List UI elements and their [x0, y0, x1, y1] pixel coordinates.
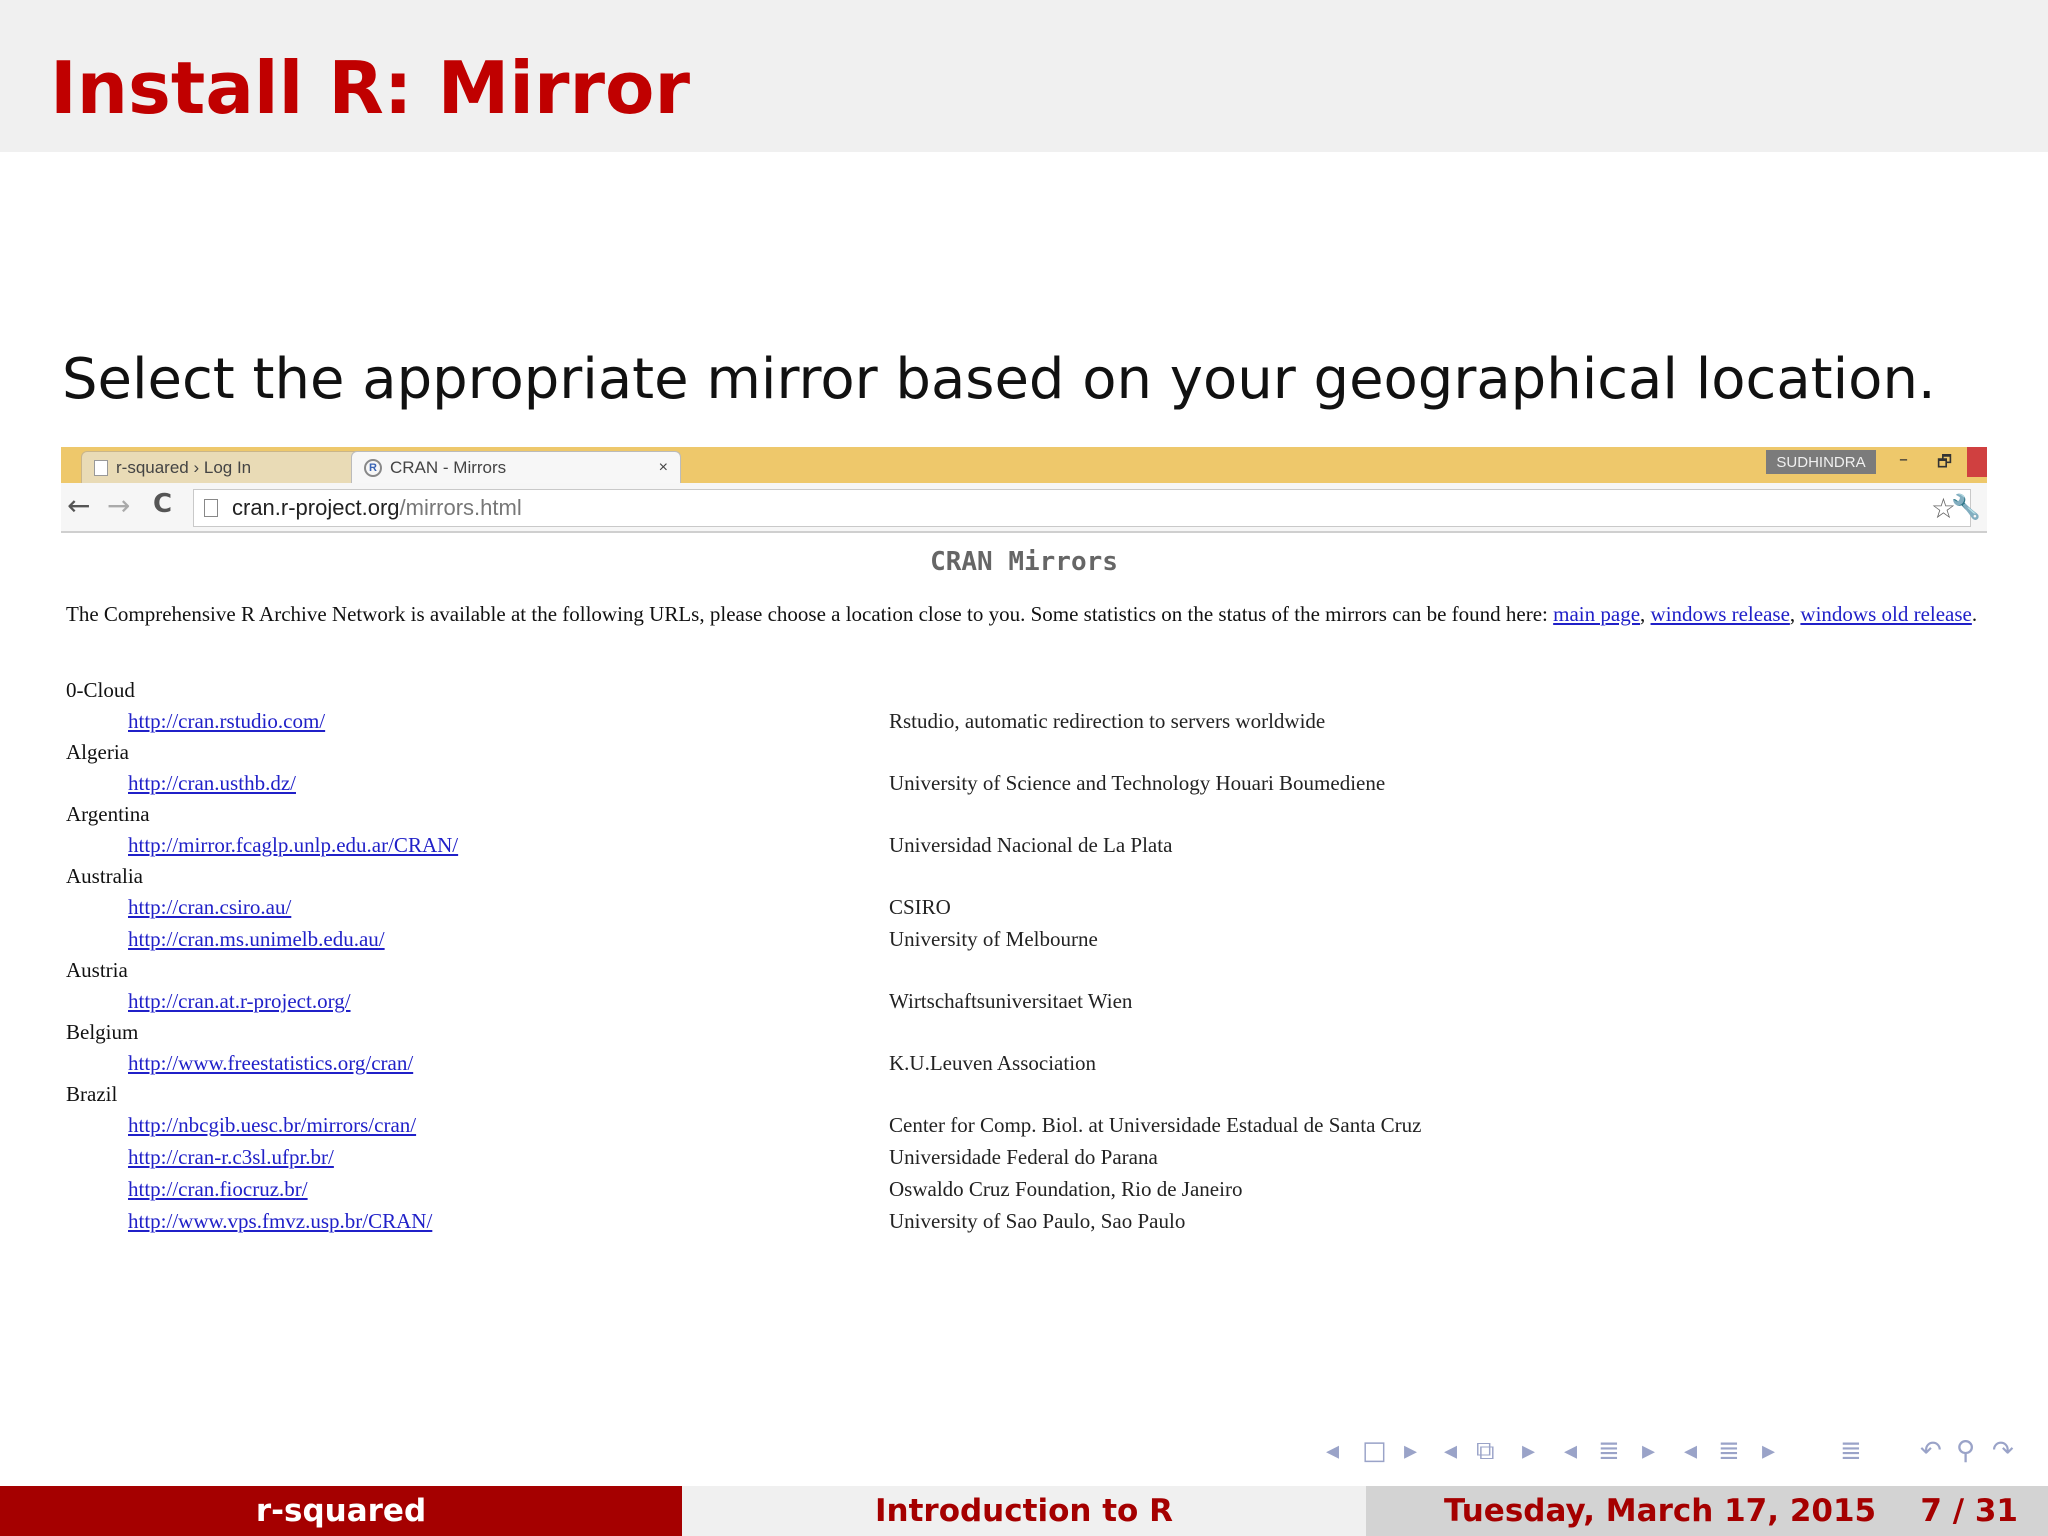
- mirror-link[interactable]: http://www.vps.fmvz.usp.br/CRAN/: [128, 1205, 432, 1237]
- mirror-link[interactable]: http://cran.csiro.au/: [128, 891, 291, 923]
- main-page-link[interactable]: main page: [1553, 602, 1640, 626]
- user-profile-button[interactable]: SUDHINDRA: [1766, 450, 1876, 474]
- separator: ,: [1789, 602, 1801, 626]
- page-icon: [94, 459, 108, 476]
- mirror-row: http://cran.usthb.dz/ University of Scie…: [66, 767, 1984, 799]
- minimize-icon[interactable]: –: [1899, 449, 1908, 470]
- country-name: Argentina: [66, 802, 150, 826]
- forward-arrow-icon[interactable]: →: [107, 489, 130, 522]
- footer-date: Tuesday, March 17, 2015: [1444, 1493, 1877, 1529]
- mirror-link[interactable]: http://nbcgib.uesc.br/mirrors/cran/: [128, 1109, 416, 1141]
- period: .: [1971, 602, 1978, 626]
- restore-icon[interactable]: 🗗: [1937, 451, 1952, 478]
- mirror-link[interactable]: http://www.freestatistics.org/cran/: [128, 1047, 413, 1079]
- next-subsection-icon[interactable]: ▸: [1522, 1436, 1535, 1466]
- next-section-icon[interactable]: ▸: [1642, 1436, 1655, 1466]
- footer-title: Introduction to R: [682, 1486, 1366, 1536]
- prev-section-icon[interactable]: ◂: [1564, 1436, 1577, 1466]
- forward-icon[interactable]: ↷: [1992, 1436, 2014, 1466]
- mirror-organization: University of Science and Technology Hou…: [889, 771, 1386, 795]
- intro-paragraph: The Comprehensive R Archive Network is a…: [66, 601, 1984, 627]
- page-icon: [204, 499, 218, 517]
- mirror-organization: Wirtschaftsuniversitaet Wien: [889, 989, 1133, 1013]
- slide-footer: r-squared Introduction to R Tuesday, Mar…: [0, 1486, 2048, 1536]
- mirror-organization: Rstudio, automatic redirection to server…: [889, 709, 1326, 733]
- address-host: cran.r-project.org: [232, 495, 400, 520]
- mirror-row: http://cran-r.c3sl.ufpr.br/ Universidade…: [66, 1141, 1984, 1173]
- windows-old-release-link[interactable]: windows old release: [1800, 602, 1971, 626]
- mirror-organization: Oswaldo Cruz Foundation, Rio de Janeiro: [889, 1177, 1243, 1201]
- mirror-row: http://cran.ms.unimelb.edu.au/ Universit…: [66, 923, 1984, 955]
- prev-document-icon[interactable]: ◂: [1684, 1436, 1697, 1466]
- mirror-row: http://mirror.fcaglp.unlp.edu.ar/CRAN/ U…: [66, 829, 1984, 861]
- intro-text: The Comprehensive R Archive Network is a…: [66, 602, 1554, 626]
- mirror-list: 0-Cloud http://cran.rstudio.com/ Rstudio…: [66, 675, 1984, 1237]
- prev-frame-icon[interactable]: ◂: [1326, 1436, 1339, 1466]
- mirror-row: http://cran.rstudio.com/ Rstudio, automa…: [66, 705, 1984, 737]
- country-name: Brazil: [66, 1082, 118, 1106]
- next-frame-icon[interactable]: ▸: [1404, 1436, 1417, 1466]
- page-heading: CRAN Mirrors: [930, 547, 1118, 577]
- prev-subsection-icon[interactable]: ◂: [1444, 1436, 1457, 1466]
- mirror-row: http://www.vps.fmvz.usp.br/CRAN/ Univers…: [66, 1205, 1984, 1237]
- tab-label: CRAN - Mirrors: [390, 457, 507, 477]
- country-name: Belgium: [66, 1020, 139, 1044]
- back-icon[interactable]: ↶: [1920, 1436, 1942, 1466]
- country-name: Austria: [66, 958, 128, 982]
- extension-icon[interactable]: 🔧: [1951, 493, 1981, 521]
- browser-toolbar: ← → C cran.r-project.org/mirrors.html ☆ …: [61, 483, 1987, 533]
- mirror-row: http://www.freestatistics.org/cran/ K.U.…: [66, 1047, 1984, 1079]
- mirror-row: http://nbcgib.uesc.br/mirrors/cran/ Cent…: [66, 1109, 1984, 1141]
- mirror-link[interactable]: http://cran-r.c3sl.ufpr.br/: [128, 1141, 334, 1173]
- tab-label: r-squared › Log In: [116, 457, 252, 477]
- footer-author: r-squared: [0, 1486, 682, 1536]
- tab-strip: r-squared › Log In × R CRAN - Mirrors × …: [61, 447, 1987, 483]
- mirror-row: http://cran.fiocruz.br/ Oswaldo Cruz Fou…: [66, 1173, 1984, 1205]
- frame-icon[interactable]: □: [1362, 1436, 1387, 1466]
- mirror-organization: K.U.Leuven Association: [889, 1051, 1097, 1075]
- country-name: 0-Cloud: [66, 678, 135, 702]
- slide-title: Install R: Mirror: [50, 46, 690, 130]
- mirror-row: http://cran.csiro.au/ CSIRO: [66, 891, 1984, 923]
- mirror-organization: Universidad Nacional de La Plata: [889, 833, 1173, 857]
- document-icon[interactable]: ≣: [1718, 1436, 1740, 1466]
- mirror-link[interactable]: http://mirror.fcaglp.unlp.edu.ar/CRAN/: [128, 829, 458, 861]
- mirror-organization: Universidade Federal do Parana: [889, 1145, 1158, 1169]
- reload-icon[interactable]: C: [153, 489, 172, 519]
- mirror-link[interactable]: http://cran.rstudio.com/: [128, 705, 325, 737]
- mirror-organization: Center for Comp. Biol. at Universidade E…: [889, 1113, 1422, 1137]
- mirror-link[interactable]: http://cran.usthb.dz/: [128, 767, 296, 799]
- mirror-link[interactable]: http://cran.at.r-project.org/: [128, 985, 351, 1017]
- footer-date-page: Tuesday, March 17, 2015 7 / 31: [1366, 1486, 2048, 1536]
- appendix-icon[interactable]: ≣: [1840, 1436, 1862, 1466]
- mirror-organization: CSIRO: [889, 895, 951, 919]
- tab-cran-mirrors[interactable]: R CRAN - Mirrors ×: [351, 451, 681, 483]
- mirror-organization: University of Sao Paulo, Sao Paulo: [889, 1209, 1186, 1233]
- next-document-icon[interactable]: ▸: [1762, 1436, 1775, 1466]
- slide-title-bar: Install R: Mirror: [0, 0, 2048, 152]
- close-window-button[interactable]: [1967, 447, 1987, 477]
- country-name: Algeria: [66, 740, 129, 764]
- beamer-navigation: ◂ □ ▸ ◂ ⧉ ▸ ◂ ≣ ▸ ◂ ≣ ▸ ≣ ↶ ⚲ ↷: [1320, 1436, 2040, 1472]
- section-icon[interactable]: ≣: [1598, 1436, 1620, 1466]
- mirror-link[interactable]: http://cran.fiocruz.br/: [128, 1173, 308, 1205]
- browser-window: r-squared › Log In × R CRAN - Mirrors × …: [61, 447, 1987, 1247]
- slide-subtitle: Select the appropriate mirror based on y…: [62, 347, 1936, 412]
- separator: ,: [1640, 602, 1651, 626]
- close-icon[interactable]: ×: [659, 459, 668, 477]
- r-logo-icon: R: [364, 458, 382, 477]
- address-path: /mirrors.html: [399, 495, 522, 520]
- search-icon[interactable]: ⚲: [1956, 1436, 1975, 1466]
- back-arrow-icon[interactable]: ←: [67, 489, 90, 522]
- mirror-organization: University of Melbourne: [889, 927, 1098, 951]
- mirror-row: http://cran.at.r-project.org/ Wirtschaft…: [66, 985, 1984, 1017]
- country-name: Australia: [66, 864, 143, 888]
- subsection-icon[interactable]: ⧉: [1476, 1436, 1495, 1467]
- mirror-link[interactable]: http://cran.ms.unimelb.edu.au/: [128, 923, 385, 955]
- footer-page-number: 7 / 31: [1920, 1493, 2018, 1529]
- windows-release-link[interactable]: windows release: [1651, 602, 1790, 626]
- address-bar[interactable]: cran.r-project.org/mirrors.html ☆: [193, 489, 1971, 527]
